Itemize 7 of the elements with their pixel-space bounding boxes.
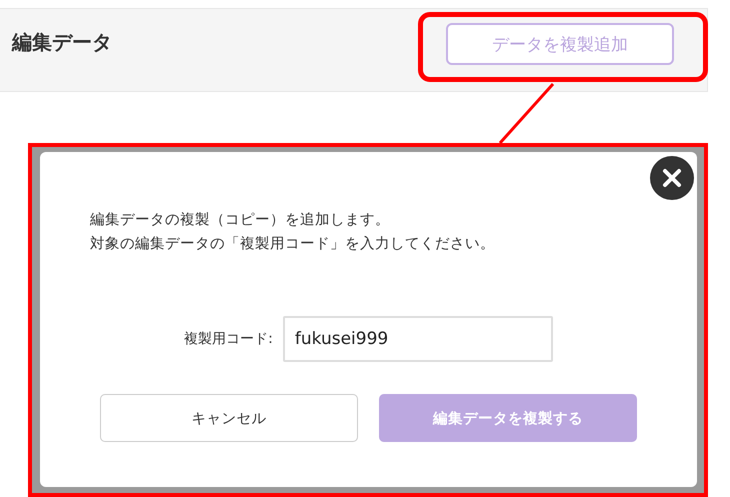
code-input-field[interactable]: fukusei999 bbox=[282, 316, 553, 362]
page-title: 編集データ bbox=[12, 28, 112, 56]
field-label: 複製用コード: bbox=[184, 330, 273, 348]
cancel-button[interactable]: キャンセル bbox=[100, 394, 358, 442]
close-icon[interactable] bbox=[650, 156, 694, 200]
dialog-message: 対象の編集データの「複製用コード」を入力してください。 bbox=[90, 234, 496, 254]
dialog-message: 編集データの複製（コピー）を追加します。 bbox=[90, 211, 391, 230]
